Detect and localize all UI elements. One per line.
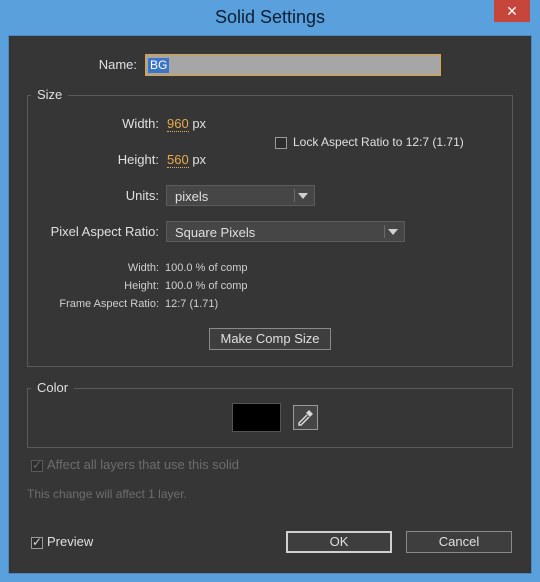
size-group-title: Size (31, 87, 69, 102)
change-note: This change will affect 1 layer. (27, 487, 187, 501)
eyedropper-icon (298, 410, 313, 426)
dialog-body: Name: BG Size Width: 960 px Lock Aspect … (8, 35, 532, 574)
make-comp-size-button[interactable]: Make Comp Size (209, 328, 331, 350)
info-width-label: Width: (127, 262, 159, 274)
info-height-value: 100.0 % of comp (165, 280, 248, 292)
chevron-down-icon (298, 193, 308, 199)
name-input[interactable]: BG (145, 54, 441, 76)
width-value[interactable]: 960 (167, 116, 189, 132)
color-swatch[interactable] (232, 403, 281, 432)
info-height-label: Height: (124, 280, 159, 292)
chevron-down-icon (388, 229, 398, 235)
info-width-value: 100.0 % of comp (165, 262, 248, 274)
lock-aspect-checkbox[interactable] (275, 137, 287, 149)
height-value[interactable]: 560 (167, 152, 189, 168)
name-input-value: BG (148, 58, 170, 73)
eyedropper-button[interactable] (293, 405, 318, 430)
color-group-title: Color (31, 380, 75, 395)
par-dropdown[interactable]: Square Pixels (166, 221, 405, 242)
par-label: Pixel Aspect Ratio: (50, 224, 159, 239)
par-dropdown-value: Square Pixels (175, 225, 256, 240)
preview-label: Preview (47, 534, 94, 549)
height-label: Height: (117, 152, 159, 167)
height-unit: px (192, 152, 207, 167)
units-dropdown-value: pixels (175, 189, 209, 204)
affect-all-layers-label: Affect all layers that use this solid (47, 457, 239, 472)
cancel-button[interactable]: Cancel (406, 531, 512, 553)
width-field[interactable]: 960 px (167, 116, 207, 132)
height-field[interactable]: 560 px (167, 152, 207, 168)
dropdown-separator (384, 225, 385, 238)
preview-checkbox[interactable] (31, 535, 43, 549)
dropdown-separator (294, 189, 295, 202)
info-far-value: 12:7 (1.71) (165, 298, 219, 310)
solid-settings-window: Solid Settings ✕ Name: BG Size Width: 96… (0, 0, 540, 582)
lock-aspect-label: Lock Aspect Ratio to 12:7 (1.71) (293, 135, 464, 149)
window-title: Solid Settings (214, 7, 326, 27)
ok-button[interactable]: OK (286, 531, 392, 553)
title-bar[interactable]: Solid Settings ✕ (0, 0, 540, 35)
close-button[interactable]: ✕ (494, 0, 530, 22)
info-far-label: Frame Aspect Ratio: (59, 298, 159, 310)
affect-all-layers-checkbox[interactable] (31, 458, 43, 472)
width-label: Width: (122, 116, 159, 131)
width-unit: px (192, 116, 207, 131)
units-label: Units: (125, 188, 159, 203)
name-label: Name: (98, 57, 137, 72)
units-dropdown[interactable]: pixels (166, 185, 315, 206)
